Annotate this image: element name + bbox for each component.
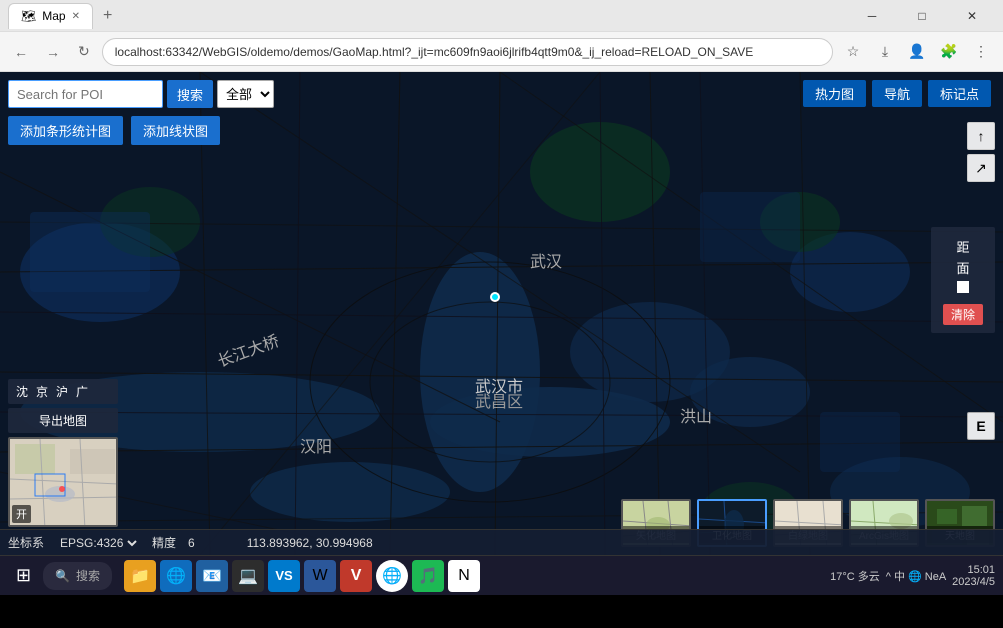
crs-prefix: 坐标系 — [8, 534, 44, 551]
precision-value: 6 — [188, 536, 195, 550]
heatmap-btn[interactable]: 热力图 — [803, 80, 866, 107]
coordinates-display: 113.893962, 30.994968 — [247, 536, 373, 550]
browser-chrome: 🗺 Map ✕ + ─ □ ✕ ← → ↻ ☆ ⤓ 👤 🧩 ⋮ — [0, 0, 1003, 72]
layer-beijing[interactable]: 京 — [36, 383, 48, 400]
precision-label: 精度 — [152, 534, 176, 551]
fullscreen-btn[interactable]: ↗ — [967, 154, 995, 182]
extensions-icon[interactable]: 🧩 — [935, 38, 963, 66]
more-icon[interactable]: ⋮ — [967, 38, 995, 66]
mini-map-toggle-btn[interactable]: 开 — [12, 505, 31, 523]
tab-favicon: 🗺 — [21, 9, 36, 23]
area-label: 面 — [943, 258, 983, 277]
marker-btn[interactable]: 标记点 — [928, 80, 991, 107]
compass-button[interactable]: E — [967, 412, 995, 440]
toolbar-icons: ☆ ⤓ 👤 🧩 ⋮ — [839, 38, 995, 66]
svg-text:武昌区: 武昌区 — [475, 393, 523, 411]
layer-guangzhou[interactable]: 广 — [76, 383, 88, 400]
top-nav-buttons: 热力图 导航 标记点 — [803, 80, 991, 107]
taskbar-search-box[interactable]: 🔍 搜索 — [43, 562, 112, 590]
taskbar-icon-file[interactable]: 📁 — [124, 560, 156, 592]
active-tab[interactable]: 🗺 Map ✕ — [8, 3, 93, 29]
taskbar-search-label: 搜索 — [76, 567, 100, 584]
start-btn[interactable]: ⊞ — [8, 561, 39, 590]
taskbar-icon-mail[interactable]: 📧 — [196, 560, 228, 592]
svg-text:长江大桥: 长江大桥 — [215, 332, 281, 371]
close-btn[interactable]: ✕ — [949, 2, 995, 30]
forward-btn[interactable]: → — [40, 40, 66, 64]
action-bar: 添加条形统计图 添加线状图 — [8, 116, 220, 145]
poi-filter-select[interactable]: 全部 餐饮 酒店 景点 — [217, 80, 274, 108]
tab-title: Map — [42, 9, 65, 23]
distance-area-panel: 距 面 清除 — [931, 227, 995, 333]
taskbar-icon-vscode[interactable]: VS — [268, 560, 300, 592]
svg-text:洪山: 洪山 — [680, 408, 712, 426]
left-bottom-panel: 沈 京 沪 广 导出地图 开 — [8, 379, 118, 527]
poi-search-input[interactable] — [8, 80, 163, 108]
window-controls: ─ □ ✕ — [849, 2, 995, 30]
svg-text:武汉: 武汉 — [530, 253, 562, 271]
back-btn[interactable]: ← — [8, 40, 34, 64]
taskbar-app-icons: 📁 🌐 📧 💻 VS W V 🌐 🎵 N — [124, 560, 480, 592]
mini-map[interactable]: 开 — [8, 437, 118, 527]
north-btn[interactable]: ↑ — [967, 122, 995, 150]
add-line-chart-btn[interactable]: 添加线状图 — [131, 116, 220, 145]
profile-icon[interactable]: 👤 — [903, 38, 931, 66]
map-status-bar: 坐标系 EPSG:4326 EPSG:3857 精度 6 113.893962,… — [0, 529, 1003, 555]
crs-select[interactable]: EPSG:4326 EPSG:3857 — [56, 535, 140, 551]
date-display: 2023/4/5 — [952, 576, 995, 588]
taskbar-icon-v[interactable]: V — [340, 560, 372, 592]
layer-switcher: 沈 京 沪 广 — [8, 379, 118, 404]
taskbar-search-icon: 🔍 — [55, 569, 70, 583]
svg-text:汉阳: 汉阳 — [300, 438, 332, 456]
maximize-btn[interactable]: □ — [899, 2, 945, 30]
taskbar-icon-edge[interactable]: 🌐 — [160, 560, 192, 592]
system-tray[interactable]: ^ 中 🌐 NeA — [886, 568, 946, 584]
weather-display: 17°C 多云 — [830, 568, 880, 584]
taskbar-icon-code[interactable]: 💻 — [232, 560, 264, 592]
taskbar-right: 17°C 多云 ^ 中 🌐 NeA 15:01 2023/4/5 — [830, 564, 995, 588]
right-map-controls: ↑ ↗ — [967, 122, 995, 182]
time-display: 15:01 — [952, 564, 995, 576]
map-container[interactable]: 武汉市 武昌区 长江大桥 武汉 汉阳 洪山 热力图 导航 标记点 搜索 全部 餐… — [0, 72, 1003, 555]
search-bar: 搜索 全部 餐饮 酒店 景点 — [8, 80, 274, 108]
clear-btn[interactable]: 清除 — [943, 304, 983, 325]
address-bar[interactable] — [102, 38, 833, 66]
layer-shenyang[interactable]: 沈 — [16, 383, 28, 400]
taskbar-clock[interactable]: 15:01 2023/4/5 — [952, 564, 995, 588]
add-bar-chart-btn[interactable]: 添加条形统计图 — [8, 116, 123, 145]
new-tab-btn[interactable]: + — [97, 5, 118, 27]
layer-shanghai[interactable]: 沪 — [56, 383, 68, 400]
browser-titlebar: 🗺 Map ✕ + ─ □ ✕ — [0, 0, 1003, 32]
export-map-btn[interactable]: 导出地图 — [8, 408, 118, 433]
navigation-btn[interactable]: 导航 — [872, 80, 922, 107]
map-marker[interactable] — [490, 292, 500, 302]
distance-label: 距 — [943, 237, 983, 256]
tray-icons: ^ 中 🌐 NeA — [886, 568, 946, 584]
taskbar-icon-word[interactable]: W — [304, 560, 336, 592]
download-icon[interactable]: ⤓ — [871, 38, 899, 66]
taskbar-icon-notion[interactable]: N — [448, 560, 480, 592]
minimize-btn[interactable]: ─ — [849, 2, 895, 30]
refresh-btn[interactable]: ↻ — [72, 39, 96, 64]
taskbar-icon-chrome[interactable]: 🌐 — [376, 560, 408, 592]
indicator-square — [957, 281, 969, 293]
search-submit-btn[interactable]: 搜索 — [167, 80, 213, 108]
bookmark-star-icon[interactable]: ☆ — [839, 38, 867, 66]
taskbar-icon-music[interactable]: 🎵 — [412, 560, 444, 592]
tab-close-btn[interactable]: ✕ — [72, 11, 80, 22]
browser-toolbar: ← → ↻ ☆ ⤓ 👤 🧩 ⋮ — [0, 32, 1003, 72]
taskbar: ⊞ 🔍 搜索 📁 🌐 📧 💻 VS W V 🌐 🎵 N 17°C 多云 ^ 中 … — [0, 555, 1003, 595]
